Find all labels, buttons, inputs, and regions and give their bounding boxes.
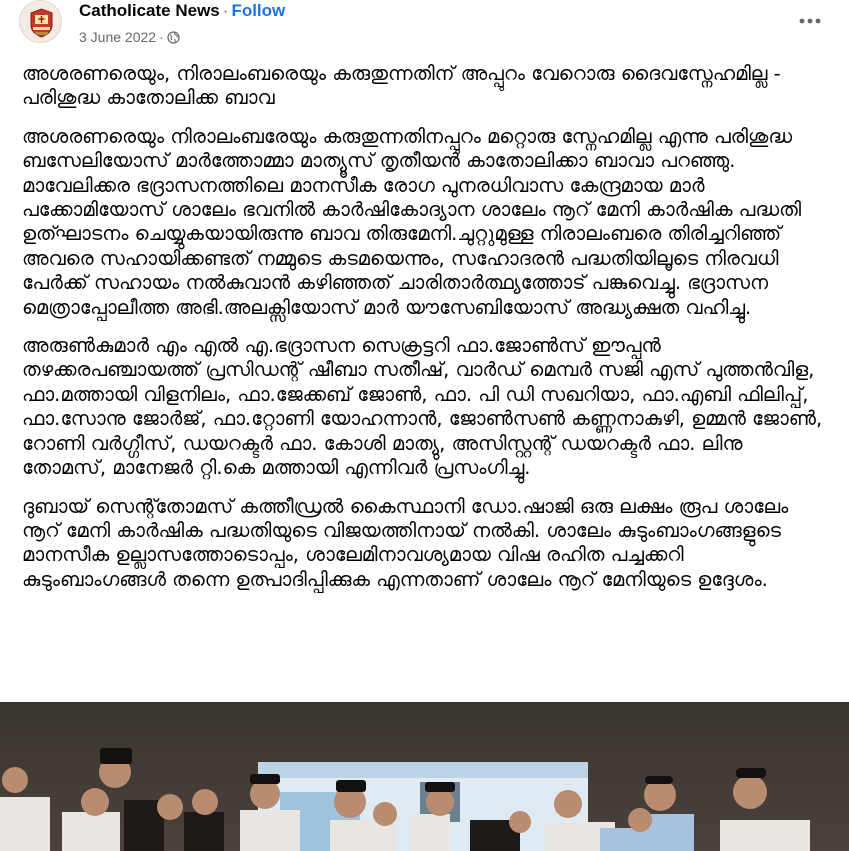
post-text: അശരണരെയും, നിരാലംബരെയും കരുതുന്നതിന് അപ്… <box>22 62 832 606</box>
more-options-button[interactable] <box>796 10 824 32</box>
page-name-row: Catholicate News · Follow <box>79 0 285 22</box>
event-photo-image <box>0 702 849 851</box>
post-paragraph: അശരണരെയും നിരാലംബരേയും കരുതുന്നതിനപ്പുറം… <box>22 124 802 319</box>
page-avatar[interactable] <box>19 0 62 43</box>
post-date[interactable]: 3 June 2022 <box>79 28 156 46</box>
more-options-icon <box>799 18 821 24</box>
page-name-link[interactable]: Catholicate News <box>79 1 220 20</box>
globe-icon[interactable] <box>167 30 180 44</box>
post-paragraph-title: അശരണരെയും, നിരാലംബരെയും കരുതുന്നതിന് അപ്… <box>22 62 781 110</box>
name-separator: · <box>222 1 229 20</box>
post-paragraph: അരുൺകുമാർ എം എൽ എ.ഭദ്രാസന സെക്രട്ടറി ഫാ.… <box>22 334 823 480</box>
post-header: Catholicate News · Follow 3 June 2022 · <box>0 0 849 56</box>
post-paragraph: ദുബായ് സെന്റ്തോമസ് കത്തീഡ്രൽ കൈസ്ഥാനി ഡോ… <box>22 494 789 591</box>
follow-button[interactable]: Follow <box>231 1 285 20</box>
post-photo[interactable] <box>0 702 849 851</box>
post-meta: 3 June 2022 · <box>79 28 180 46</box>
meta-separator: · <box>159 29 164 45</box>
catholicate-news-logo-icon <box>20 1 61 42</box>
